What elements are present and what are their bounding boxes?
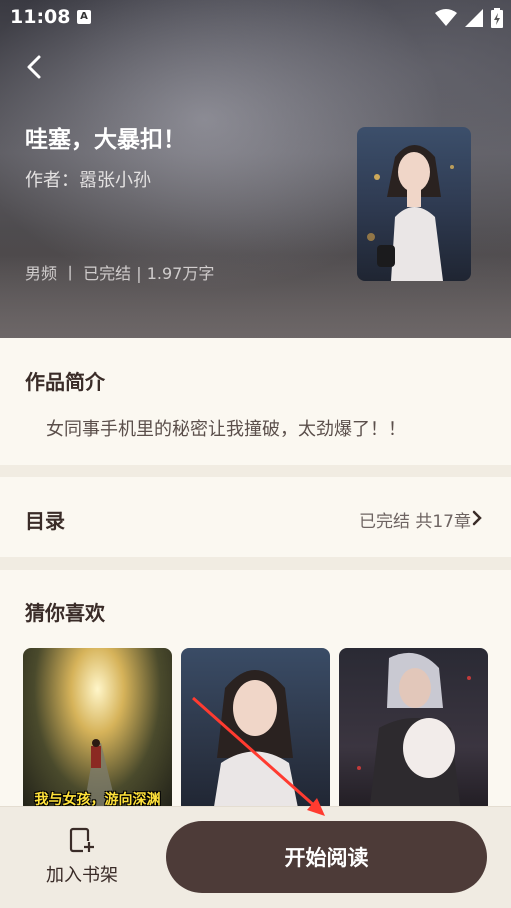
- add-bookshelf-icon: [69, 827, 95, 853]
- intro-text: 女同事手机里的秘密让我撞破，太劲爆了！！: [46, 419, 406, 440]
- book-author: 作者：嚣张小孙: [25, 170, 151, 191]
- book-title: 哇塞，大暴扣！: [25, 127, 186, 153]
- book-meta: 男频 丨 已完结 | 1.97万字: [25, 264, 215, 283]
- section-divider: [0, 465, 511, 477]
- notification-icon: A: [77, 10, 91, 24]
- status-time: 11:08: [10, 6, 71, 28]
- bottom-action-bar: 加入书架 开始阅读: [0, 806, 511, 908]
- toc-status: 已完结 共17章: [358, 512, 471, 532]
- cover-illustration: [367, 145, 454, 281]
- recommend-book-2[interactable]: [181, 648, 330, 813]
- status-icons: [435, 8, 503, 28]
- section-divider: [0, 557, 511, 570]
- back-button[interactable]: [20, 52, 50, 82]
- start-reading-button[interactable]: 开始阅读: [166, 821, 487, 893]
- recommend-list: 我与女孩，游向深渊: [23, 648, 488, 813]
- add-to-shelf-label: 加入书架: [46, 865, 118, 886]
- recommend-section: 猜你喜欢 我与女孩，游向深渊: [0, 570, 511, 820]
- toc-row[interactable]: 目录 已完结 共17章: [0, 477, 511, 557]
- toc-heading: 目录: [25, 509, 65, 533]
- recommend-book-1[interactable]: 我与女孩，游向深渊: [23, 648, 172, 813]
- intro-section: 作品简介 女同事手机里的秘密让我撞破，太劲爆了！！: [0, 338, 511, 465]
- status-bar: 11:08 A: [0, 0, 511, 36]
- signal-icon: [465, 9, 483, 27]
- book-cover-art: [213, 670, 299, 813]
- recommend-heading: 猜你喜欢: [25, 601, 105, 625]
- battery-icon: [491, 8, 503, 28]
- intro-heading: 作品简介: [25, 370, 105, 394]
- book-cover-art: [357, 652, 471, 813]
- chevron-right-icon: [472, 510, 482, 526]
- add-to-shelf-button[interactable]: 加入书架: [36, 827, 128, 891]
- wifi-icon: [435, 9, 457, 26]
- recommend-book-3[interactable]: [339, 648, 488, 813]
- book-cover[interactable]: [357, 127, 471, 281]
